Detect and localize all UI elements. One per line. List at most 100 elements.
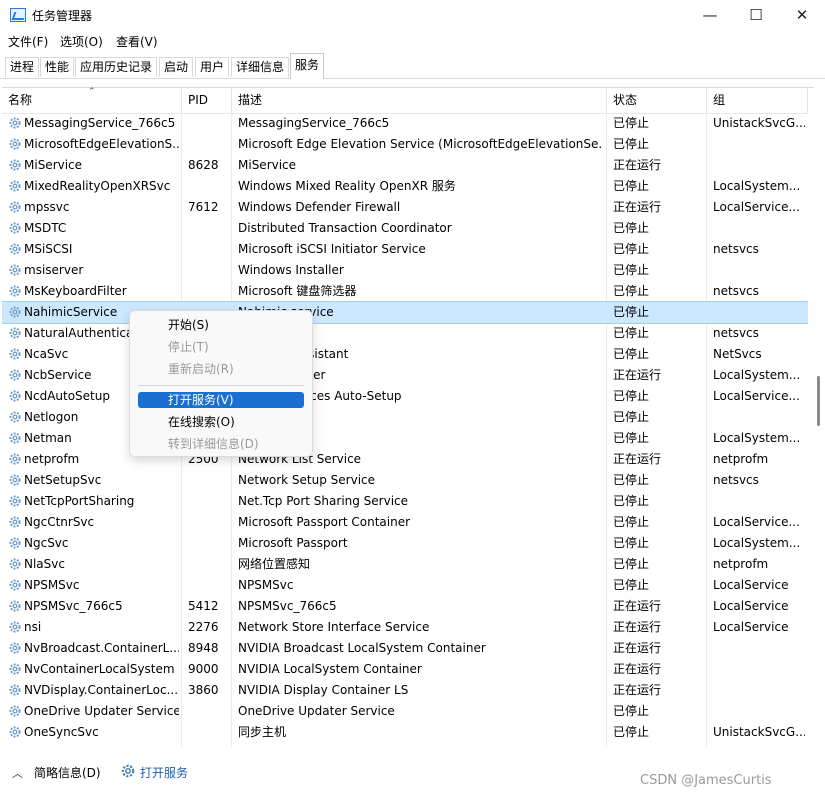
table-row[interactable]: NcdAutoSetup nected Devices Auto-Setup 已停止… [2,386,808,407]
cell-group: LocalService... [713,389,800,403]
maximize-button[interactable]: ☐ [733,0,779,30]
table-row[interactable]: OneSyncSvc 同步主机 已停止 UnistackSvcG... [2,722,808,743]
table-row[interactable]: MSiSCSI Microsoft iSCSI Initiator Service… [2,239,808,260]
task-manager-icon [10,8,26,22]
table-body: MessagingService_766c5 MessagingService_7… [2,113,808,748]
service-gear-icon [9,348,21,360]
vertical-scrollbar[interactable] [814,112,825,747]
service-gear-icon [9,684,21,696]
cell-name: nsi [24,620,42,634]
cell-status: 已停止 [613,242,650,256]
tab-details[interactable]: 详细信息 [231,57,290,77]
table-row[interactable]: NcbServicenection Broker正在运行LocalSystem.… [2,365,808,386]
table-row[interactable]: netprofm 2500 Network List Service 正在运行 netp… [2,449,808,470]
cell-pid [188,701,230,722]
menu-item-start[interactable]: 开始(S) [138,317,304,333]
table-row[interactable]: OneDrive Updater Service OneDrive Updater… [2,701,808,722]
cell-status: 正在运行 [613,200,662,214]
menu-view[interactable]: 查看(V) [116,33,158,50]
menu-file[interactable]: 文件(F) [8,33,48,50]
tab-app-history[interactable]: 应用历史记录 [75,57,158,77]
close-button[interactable]: ✕ [779,0,825,30]
cell-status: 已停止 [613,347,650,361]
cell-description: Windows Defender Firewall [238,200,401,214]
service-gear-icon [9,516,21,528]
menu-item-go-to-details[interactable]: 转到详细信息(D) [138,436,304,452]
cell-pid: 8628 [188,158,219,172]
scrollbar-thumb[interactable] [817,376,820,426]
menu-options[interactable]: 选项(O) [60,33,103,50]
service-gear-icon [9,243,21,255]
column-header-group[interactable]: 组 [707,88,808,113]
cell-pid: 2276 [188,620,219,634]
tab-services[interactable]: 服务 [290,53,325,79]
cell-description: NPSMSvc [238,578,294,592]
table-row[interactable]: MsKeyboardFilter Microsoft 键盘筛选器 已停止 netsvc… [2,281,808,302]
chevron-up-icon[interactable]: ︿ [12,765,23,781]
cell-pid [188,239,230,260]
table-row[interactable]: NahimicServiceNahimic service已停止 [2,301,808,324]
table-row[interactable]: Netmannections已停止LocalSystem... [2,428,808,449]
cell-group: NetSvcs [713,347,762,361]
cell-description: Microsoft Passport [238,536,348,550]
cell-group [713,218,805,239]
column-header-pid[interactable]: PID [182,88,232,113]
table-row[interactable]: MessagingService_766c5 MessagingService_7… [2,113,808,134]
service-gear-icon [9,306,21,318]
table-row[interactable]: nsi 2276 Network Store Interface Service 正在… [2,617,808,638]
cell-group: netsvcs [713,242,759,256]
open-services-link[interactable]: 打开服务 [140,764,188,781]
table-row[interactable]: NPSMSvc NPSMSvc 已停止 LocalService [2,575,808,596]
fewer-details-link[interactable]: 简略信息(D) [34,764,101,781]
cell-description: 同步主机 [238,725,287,739]
service-gear-icon [9,432,21,444]
tab-processes[interactable]: 进程 [5,57,40,77]
cell-description: Microsoft 键盘筛选器 [238,284,357,298]
tab-performance[interactable]: 性能 [40,57,75,77]
table-row[interactable]: MSDTC Distributed Transaction Coordinator… [2,218,808,239]
table-row[interactable]: MicrosoftEdgeElevationS... Microsoft Edge… [2,134,808,155]
table-row[interactable]: NgcCtnrSvc Microsoft Passport Container 已停… [2,512,808,533]
column-header-status[interactable]: 状态 [607,88,707,113]
table-row[interactable]: NaturalAuthentication 已停止 netsvcs [2,323,808,344]
table-row[interactable]: NlaSvc 网络位置感知 已停止 netprofm [2,554,808,575]
cell-status: 正在运行 [613,452,662,466]
cell-group: LocalService... [713,200,800,214]
cell-name: MsKeyboardFilter [24,284,127,298]
cell-description: NPSMSvc_766c5 [238,599,337,613]
footer-bar: ︿ 简略信息(D) 打开服务 CSDN @JamesCurtis [0,747,825,797]
table-row[interactable]: NcaSvcnectivity Assistant已停止NetSvcs [2,344,808,365]
cell-description: NVIDIA Broadcast LocalSystem Container [238,641,486,655]
table-row[interactable]: NPSMSvc_766c5 5412 NPSMSvc_766c5 正在运行 LocalS… [2,596,808,617]
cell-name: msiserver [24,263,84,277]
cell-status: 已停止 [613,410,650,424]
tab-bar: 进程 性能 应用历史记录 启动 用户 详细信息 服务 [0,51,825,79]
service-gear-icon [9,390,21,402]
cell-description: Network Setup Service [238,473,376,487]
table-row[interactable]: MiService 8628 MiService 正在运行 [2,155,808,176]
cell-description: MiService [238,158,297,172]
menu-item-search-online[interactable]: 在线搜索(O) [138,414,304,430]
table-row[interactable]: NetTcpPortSharing Net.Tcp Port Sharing Se… [2,491,808,512]
minimize-button[interactable]: — [687,0,733,30]
menu-item-open-services[interactable]: 打开服务(V) [138,392,304,408]
menu-item-stop[interactable]: 停止(T) [138,339,304,355]
column-header-name[interactable]: 名称 ⌃ [2,87,182,113]
menu-bar: 文件(F) 选项(O) 查看(V) [0,30,825,51]
title-bar: 任务管理器 — ☐ ✕ [0,0,825,30]
table-row[interactable]: NgcSvc Microsoft Passport 已停止 LocalSystem..… [2,533,808,554]
tab-startup[interactable]: 启动 [159,57,194,77]
table-row[interactable]: Netlogon 已停止 [2,407,808,428]
menu-item-restart[interactable]: 重新启动(R) [138,361,304,377]
table-row[interactable]: NVDisplay.ContainerLoc... 3860 NVIDIA Disp… [2,680,808,701]
cell-group: netprofm [713,557,769,571]
table-row[interactable]: mpssvc 7612 Windows Defender Firewall 正在运行 L… [2,197,808,218]
cell-status: 已停止 [613,725,650,739]
table-row[interactable]: msiserver Windows Installer 已停止 [2,260,808,281]
table-row[interactable]: NetSetupSvc Network Setup Service 已停止 netsv… [2,470,808,491]
table-row[interactable]: MixedRealityOpenXRSvc Windows Mixed Reali… [2,176,808,197]
column-header-description[interactable]: 描述 [232,88,607,113]
tab-users[interactable]: 用户 [195,57,230,77]
table-row[interactable]: NvContainerLocalSystem 9000 NVIDIA LocalSy… [2,659,808,680]
table-row[interactable]: NvBroadcast.ContainerL... 8948 NVIDIA Broa… [2,638,808,659]
